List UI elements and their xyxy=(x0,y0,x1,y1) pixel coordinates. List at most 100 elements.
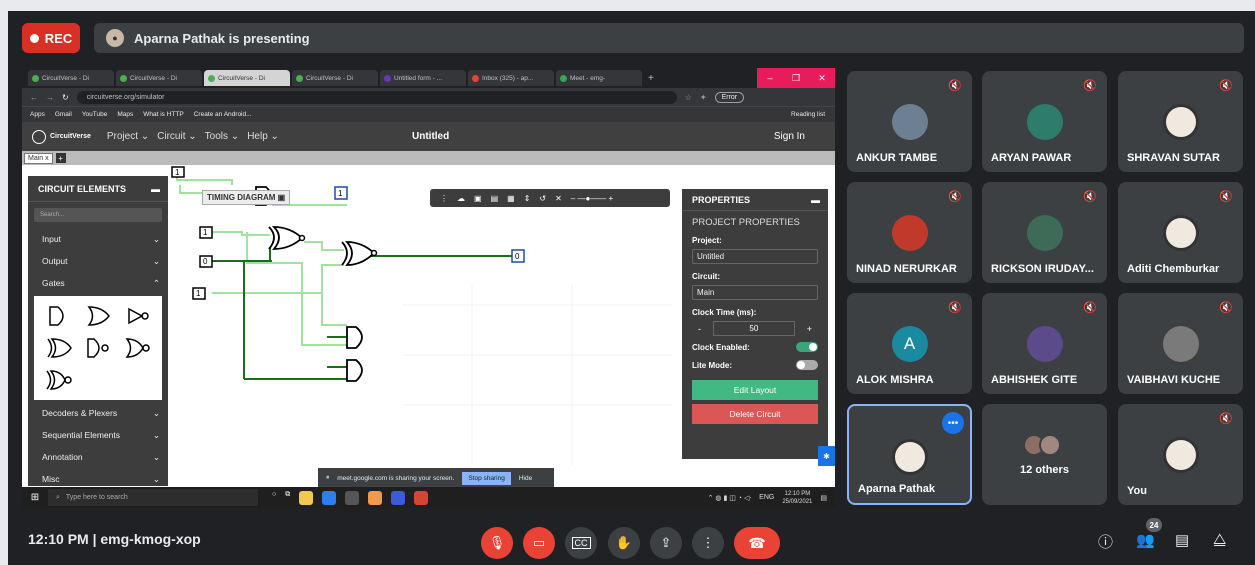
bookmark-http[interactable]: What is HTTP xyxy=(143,111,183,118)
chat-icon[interactable]: ▤ xyxy=(1175,531,1189,549)
chrome-icon[interactable] xyxy=(368,490,383,505)
windows-start-icon[interactable]: ⊞ xyxy=(22,492,48,503)
file-explorer-icon[interactable] xyxy=(299,490,314,505)
group-output[interactable]: Output ⌄ xyxy=(28,250,168,272)
sign-in-link[interactable]: Sign In xyxy=(774,131,805,142)
delete-icon[interactable]: ▤ xyxy=(491,194,499,203)
participant-tile[interactable]: ANKUR TAMBE 🔇 xyxy=(847,71,972,172)
clock-enabled-toggle[interactable] xyxy=(796,342,818,352)
stop-sharing-button[interactable]: Stop sharing xyxy=(462,471,511,485)
leave-call-button[interactable]: ☎ xyxy=(734,527,780,559)
group-annotation[interactable]: Annotation ⌄ xyxy=(28,446,168,468)
zoom-slider[interactable]: – —●—— + xyxy=(571,194,613,203)
tray-icons[interactable]: ⌃ ◍ ▮ ◫ ◔ ◁ᐧ xyxy=(708,494,752,502)
cortana-icon[interactable]: ○ xyxy=(272,491,276,505)
project-name-input[interactable]: Untitled xyxy=(692,249,818,264)
or-gate-icon[interactable] xyxy=(84,304,112,328)
increment-button[interactable]: + xyxy=(801,324,818,334)
group-input[interactable]: Input ⌄ xyxy=(28,228,168,250)
undo-icon[interactable]: ↺ xyxy=(539,194,546,203)
nor-gate-icon[interactable] xyxy=(124,336,152,360)
bookmark-youtube[interactable]: YouTube xyxy=(82,111,108,118)
taskbar-clock[interactable]: 12:10 PM 25/09/2021 xyxy=(782,490,812,506)
maximize-icon[interactable]: ❐ xyxy=(783,68,809,88)
fit-icon[interactable]: ▦ xyxy=(507,194,515,203)
element-search-input[interactable]: Search... xyxy=(34,208,162,222)
not-gate-icon[interactable] xyxy=(124,304,152,328)
task-view-icon[interactable]: ⧉ xyxy=(285,491,290,505)
participant-tile[interactable]: Aparna Pathak ••• xyxy=(847,404,972,505)
notifications-icon[interactable]: ▤ xyxy=(820,494,827,502)
meeting-info-icon[interactable]: ⓘ xyxy=(1098,531,1113,552)
edge-icon[interactable] xyxy=(322,490,337,505)
group-decoders[interactable]: Decoders & Plexers ⌄ xyxy=(28,402,168,424)
fullscreen-icon[interactable]: ✕ xyxy=(555,194,562,203)
browser-tab[interactable]: CircuitVerse - Di xyxy=(292,70,378,86)
delete-circuit-button[interactable]: Delete Circuit xyxy=(692,404,818,424)
app-icon[interactable] xyxy=(391,490,406,505)
cloud-upload-icon[interactable]: ☁ xyxy=(457,194,465,203)
forward-icon[interactable]: → xyxy=(46,93,54,102)
align-icon[interactable]: ⇕ xyxy=(524,194,531,203)
url-field[interactable]: circuitverse.org/simulator xyxy=(76,90,677,104)
mic-off-button[interactable]: 🎙 xyxy=(481,527,513,559)
browser-tab[interactable]: CircuitVerse - Di xyxy=(116,70,202,86)
browser-tab[interactable]: CircuitVerse - Di xyxy=(28,70,114,86)
captions-button[interactable]: CC xyxy=(565,527,597,559)
powerpoint-icon[interactable] xyxy=(414,490,429,505)
minimize-icon[interactable]: – xyxy=(757,68,783,88)
error-chip[interactable]: Error xyxy=(714,91,745,103)
circuitverse-logo[interactable]: CircuitVerse xyxy=(32,129,91,144)
drag-handle-icon[interactable]: ⋮ xyxy=(440,194,448,203)
group-sequential[interactable]: Sequential Elements ⌄ xyxy=(28,424,168,446)
edit-layout-button[interactable]: Edit Layout xyxy=(692,380,818,400)
menu-project[interactable]: Project ⌄ xyxy=(107,131,149,142)
back-icon[interactable]: ← xyxy=(30,93,38,102)
reading-list[interactable]: Reading list xyxy=(791,111,825,118)
participant-tile[interactable]: ABHISHEK GITE 🔇 xyxy=(982,293,1107,394)
browser-tab[interactable]: Inbox (325) - ap... xyxy=(468,70,554,86)
store-icon[interactable] xyxy=(345,490,360,505)
xor-gate-icon[interactable] xyxy=(44,336,72,360)
new-tab-icon[interactable]: + xyxy=(648,73,654,84)
lite-mode-toggle[interactable] xyxy=(796,360,818,370)
camera-off-button[interactable]: ▭ xyxy=(523,527,555,559)
bookmark-apps[interactable]: Apps xyxy=(30,111,45,118)
xnor-gate-icon[interactable] xyxy=(44,368,72,392)
language-indicator[interactable]: ENG xyxy=(759,494,774,501)
clock-time-input[interactable]: 50 xyxy=(713,321,795,336)
close-window-icon[interactable]: ✕ xyxy=(809,68,835,88)
timing-diagram-toggle[interactable]: TIMING DIAGRAM ▣ xyxy=(202,190,291,205)
raise-hand-button[interactable]: ✋ xyxy=(608,527,640,559)
bookmark-gmail[interactable]: Gmail xyxy=(55,111,72,118)
participant-tile[interactable]: A ALOK MISHRA 🔇 xyxy=(847,293,972,394)
nand-gate-icon[interactable] xyxy=(84,336,112,360)
save-icon[interactable]: ▣ xyxy=(474,194,482,203)
tile-options-icon[interactable]: ••• xyxy=(942,412,964,434)
activities-icon[interactable]: ⧋ xyxy=(1213,531,1226,548)
browser-tab-active[interactable]: CircuitVerse - Di xyxy=(204,70,290,86)
circuit-tab-main[interactable]: Main x xyxy=(24,152,53,164)
participant-tile[interactable]: SHRAVAN SUTAR 🔇 xyxy=(1118,71,1243,172)
browser-tab[interactable]: Untitled form - ... xyxy=(380,70,466,86)
bookmark-maps[interactable]: Maps xyxy=(117,111,133,118)
bookmark-star-icon[interactable]: ☆ xyxy=(685,93,692,102)
decrement-button[interactable]: - xyxy=(692,324,707,334)
participant-tile[interactable]: RICKSON IRUDAY... 🔇 xyxy=(982,182,1107,283)
people-icon[interactable]: 👥 xyxy=(1136,531,1155,549)
participant-tile[interactable]: Aditi Chemburkar 🔇 xyxy=(1118,182,1243,283)
bookmark-android[interactable]: Create an Android... xyxy=(194,111,252,118)
menu-help[interactable]: Help ⌄ xyxy=(247,131,279,142)
extension-icon[interactable]: ✦ xyxy=(700,93,707,102)
participant-tile[interactable]: VAIBHAVI KUCHE 🔇 xyxy=(1118,293,1243,394)
add-circuit-icon[interactable]: + xyxy=(55,153,66,163)
participant-tile[interactable]: NINAD NERURKAR 🔇 xyxy=(847,182,972,283)
circuit-name-input[interactable]: Main xyxy=(692,285,818,300)
menu-tools[interactable]: Tools ⌄ xyxy=(205,131,240,142)
hide-button[interactable]: Hide xyxy=(519,475,532,482)
menu-circuit[interactable]: Circuit ⌄ xyxy=(157,131,197,142)
bug-report-button[interactable]: ✱ xyxy=(818,446,835,466)
browser-tab[interactable]: Meet - emg- xyxy=(556,70,642,86)
and-gate-icon[interactable] xyxy=(44,304,72,328)
minimize-panel-icon[interactable]: ▬ xyxy=(151,184,160,194)
